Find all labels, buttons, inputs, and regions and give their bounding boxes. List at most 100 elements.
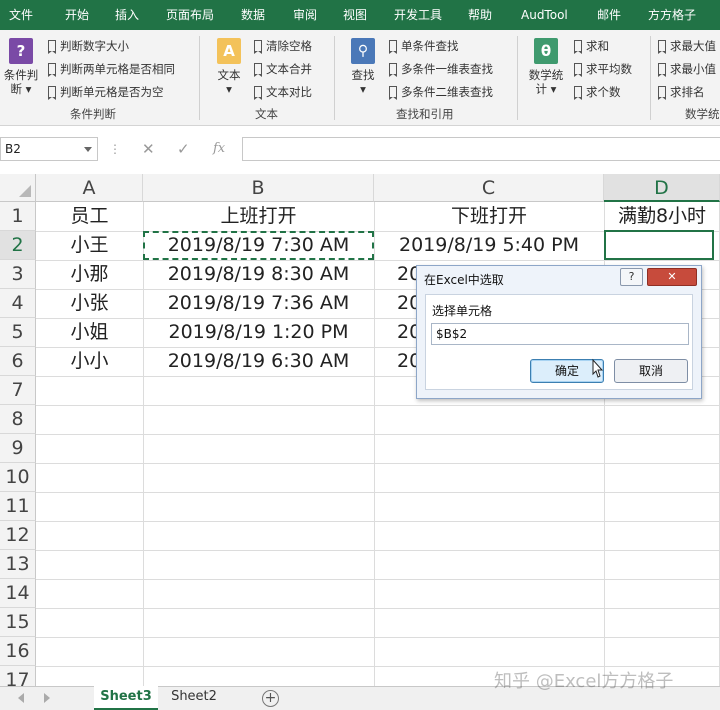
clear-spaces[interactable]: 清除空格 [254,36,312,56]
row-header[interactable]: 2 [0,231,36,260]
row-header[interactable]: 11 [0,492,36,521]
enter-check-icon[interactable]: ✓ [177,139,190,159]
col-header-b[interactable]: B [143,174,374,202]
row-header[interactable]: 17 [0,666,36,686]
cell-a2[interactable]: 小王 [36,231,143,260]
cell-b6[interactable]: 2019/8/19 6:30 AM [143,347,374,376]
tab-developer[interactable]: 开发工具 [394,0,442,30]
cell-b2[interactable]: 2019/8/19 7:30 AM [143,231,374,260]
row-header[interactable]: 12 [0,521,36,550]
single-condition-lookup[interactable]: 单条件查找 [389,36,459,56]
gridline [36,637,720,638]
judge-cell-empty[interactable]: 判断单元格是否为空 [48,82,164,102]
row-header[interactable]: 13 [0,550,36,579]
group-divider [199,36,200,120]
tab-home[interactable]: 开始 [65,0,89,30]
tab-review[interactable]: 审阅 [293,0,317,30]
cell-a3[interactable]: 小那 [36,260,143,289]
col-header-a[interactable]: A [36,174,143,202]
close-button[interactable]: ✕ [647,268,697,286]
cell-a4[interactable]: 小张 [36,289,143,318]
name-box[interactable]: B2 [0,137,98,161]
help-button[interactable]: ? [620,268,643,286]
text-merge[interactable]: 文本合并 [254,59,312,79]
cell-b3[interactable]: 2019/8/19 8:30 AM [143,260,374,289]
tab-data[interactable]: 数据 [241,0,265,30]
bookmark-icon [389,40,397,54]
tab-page-layout[interactable]: 页面布局 [166,0,214,30]
row-header[interactable]: 3 [0,260,36,289]
formula-input[interactable] [242,137,720,161]
bookmark-icon [254,63,262,77]
pointer-cursor-icon [592,358,604,378]
scroll-right-icon[interactable] [44,693,50,703]
math-stats-button[interactable]: θ 数学统 计 ▾ [524,38,568,96]
sheet-tab-sheet2[interactable]: Sheet2 [162,686,226,710]
ribbon-panel: ? 条件判 断 ▾ 判断数字大小 判断两单元格是否相同 判断单元格是否为空 条件… [0,30,720,126]
cell-d1[interactable]: 满勤8小时 [604,202,720,231]
row-header[interactable]: 16 [0,637,36,666]
select-all-corner[interactable] [0,174,36,202]
row-header[interactable]: 5 [0,318,36,347]
text-a-icon: A [217,38,241,64]
row-header[interactable]: 1 [0,202,36,231]
count-item[interactable]: 求个数 [574,82,621,102]
sheet-tab-sheet3[interactable]: Sheet3 [94,686,158,710]
insert-function-icon[interactable]: fx [213,139,225,159]
chevron-down-icon: ▾ [226,82,232,96]
row-header[interactable]: 15 [0,608,36,637]
tab-insert[interactable]: 插入 [115,0,139,30]
judge-cells-same[interactable]: 判断两单元格是否相同 [48,59,175,79]
selected-cell-d2[interactable] [604,230,714,260]
text-tools-button[interactable]: A 文本 ▾ [209,38,249,96]
judge-number-size[interactable]: 判断数字大小 [48,36,129,56]
row-header[interactable]: 6 [0,347,36,376]
tab-audtool[interactable]: AudTool [521,0,568,30]
row-header[interactable]: 7 [0,376,36,405]
cell-b4[interactable]: 2019/8/19 7:36 AM [143,289,374,318]
bookmark-icon [658,40,666,54]
cell-a5[interactable]: 小姐 [36,318,143,347]
bookmark-icon [658,86,666,100]
row-header[interactable]: 14 [0,579,36,608]
row-header[interactable]: 10 [0,463,36,492]
chevron-down-icon[interactable] [84,147,92,152]
gridline [36,492,720,493]
cell-reference-input[interactable]: $B$2 [431,323,689,345]
cancel-icon[interactable]: ✕ [142,139,155,159]
cell-c2[interactable]: 2019/8/19 5:40 PM [374,231,604,260]
row-header[interactable]: 4 [0,289,36,318]
cell-b5[interactable]: 2019/8/19 1:20 PM [143,318,374,347]
dialog-body: 选择单元格 $B$2 确定 取消 [425,294,693,390]
multi-condition-1d-lookup[interactable]: 多条件一维表查找 [389,59,493,79]
tab-help[interactable]: 帮助 [468,0,492,30]
worksheet-grid[interactable]: A B C D 1 2 3 4 5 6 7 8 9 10 11 12 13 14… [0,174,720,686]
average-item[interactable]: 求平均数 [574,59,632,79]
cell-b1[interactable]: 上班打开 [143,202,374,231]
cancel-button[interactable]: 取消 [614,359,688,383]
multi-condition-2d-lookup[interactable]: 多条件二维表查找 [389,82,493,102]
max-item[interactable]: 求最大值 [658,36,716,56]
cell-a6[interactable]: 小小 [36,347,143,376]
row-header[interactable]: 8 [0,405,36,434]
cell-a1[interactable]: 员工 [36,202,143,231]
gridline [36,463,720,464]
tab-fangfange[interactable]: 方方格子 [648,0,696,30]
condition-judge-button[interactable]: ? 条件判 断 ▾ [1,38,41,96]
cell-c1[interactable]: 下班打开 [374,202,604,231]
col-header-c[interactable]: C [374,174,604,202]
group-label-lookup: 查找和引用 [396,107,454,121]
tab-view[interactable]: 视图 [343,0,367,30]
col-header-d[interactable]: D [604,174,720,202]
add-sheet-icon[interactable]: + [262,690,279,707]
scroll-left-icon[interactable] [18,693,24,703]
min-item[interactable]: 求最小值 [658,59,716,79]
tab-file[interactable]: 文件 [9,0,33,30]
text-compare[interactable]: 文本对比 [254,82,312,102]
select-cell-label: 选择单元格 [432,304,493,318]
lookup-button[interactable]: ⚲ 查找 ▾ [343,38,383,96]
rank-item[interactable]: 求排名 [658,82,705,102]
tab-mail[interactable]: 邮件 [597,0,621,30]
row-header[interactable]: 9 [0,434,36,463]
sum-item[interactable]: 求和 [574,36,609,56]
